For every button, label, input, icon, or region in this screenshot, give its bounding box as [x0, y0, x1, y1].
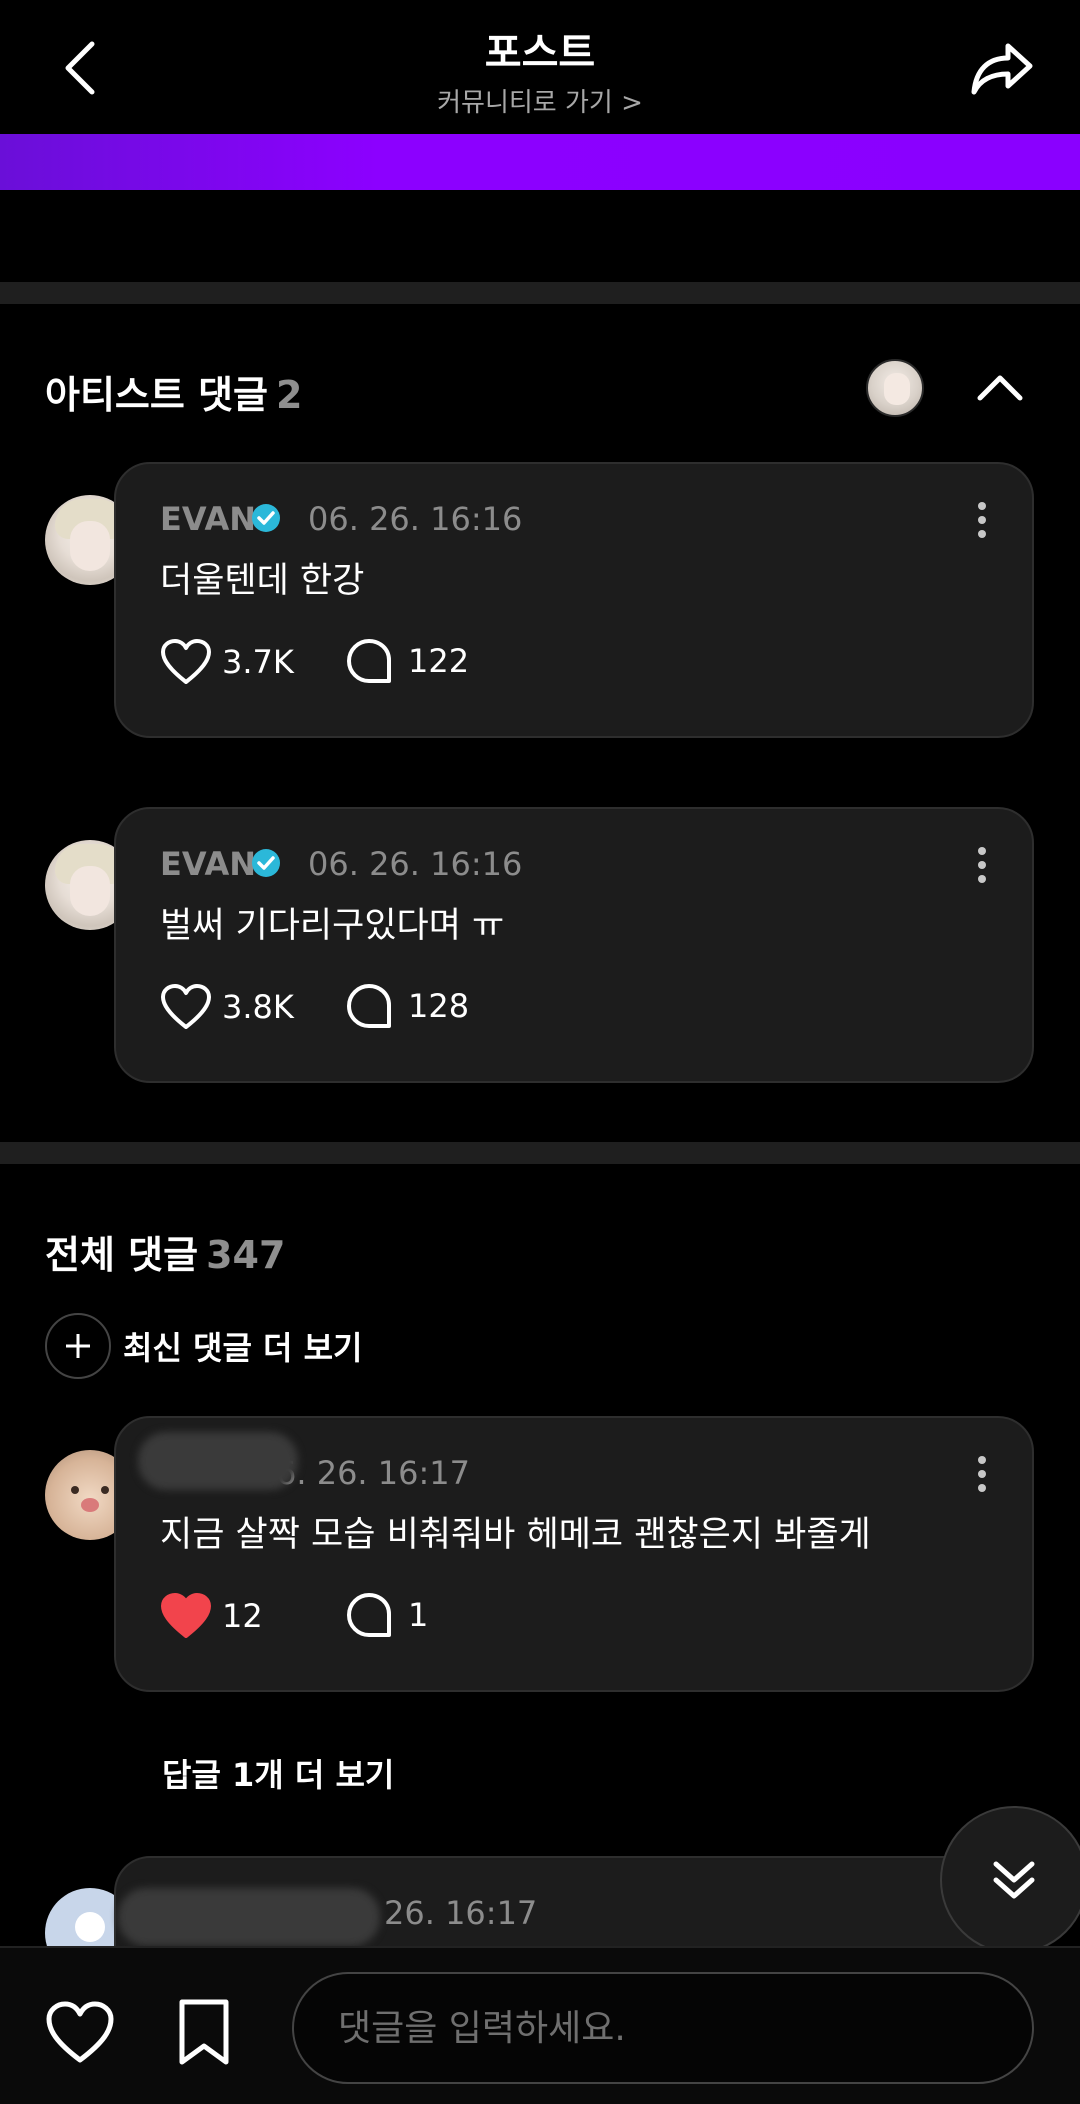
collapse-button[interactable] [972, 362, 1028, 412]
share-icon [971, 43, 1033, 95]
all-comments-count: 347 [206, 1233, 286, 1277]
section-divider [0, 1142, 1080, 1164]
verified-badge-icon [252, 504, 280, 532]
plus-icon [45, 1313, 111, 1379]
comment-text: 벌써 기다리구있다며 ㅠ [160, 906, 505, 946]
artist-comments-title: 아티스트 댓글 [45, 373, 268, 417]
community-link[interactable]: 커뮤니티로 가기 > [0, 82, 1080, 119]
more-options-icon[interactable] [972, 500, 992, 540]
comment-bubble-icon [347, 639, 391, 683]
like-count: 3.8K [222, 988, 294, 1026]
more-options-icon[interactable] [972, 1454, 992, 1494]
heart-icon [161, 639, 211, 684]
verified-badge-icon [252, 849, 280, 877]
comment-text: 지금 살짝 모습 비춰줘바 헤메코 괜찮은지 봐줄게 [160, 1515, 871, 1555]
bottom-bar [0, 1946, 1080, 2104]
reply-count: 1 [408, 1596, 429, 1634]
top-bar: 포스트 커뮤니티로 가기 > [0, 0, 1080, 134]
comment-time: 06. 26. 16:16 [308, 845, 523, 883]
artist-comments-count: 2 [276, 373, 303, 417]
more-options-icon[interactable] [972, 845, 992, 885]
comment-time: 26. 16:17 [384, 1894, 538, 1932]
scroll-to-bottom-button[interactable] [940, 1806, 1080, 1954]
artist-comment-card: EVAN 06. 26. 16:16 더울텐데 한강 3.7K 122 [114, 462, 1034, 738]
bookmark-icon[interactable] [176, 1998, 232, 2068]
reply-count: 122 [408, 642, 470, 680]
like-button[interactable]: 3.7K [160, 638, 294, 686]
section-divider [0, 282, 1080, 304]
artist-comments-header: 아티스트 댓글 2 [45, 364, 302, 419]
like-count: 12 [222, 1597, 263, 1635]
comment-author[interactable]: EVAN [160, 845, 256, 883]
page-title: 포스트 [484, 30, 596, 76]
chevron-up-icon [977, 375, 1023, 401]
purple-banner [0, 134, 1080, 190]
heart-icon[interactable] [44, 2000, 116, 2066]
artist-comment-card: EVAN 06. 26. 16:16 벌써 기다리구있다며 ㅠ 3.8K 128 [114, 807, 1034, 1083]
redacted-username [118, 1888, 380, 1946]
reply-button[interactable]: 128 [346, 983, 469, 1029]
like-button[interactable]: 3.8K [160, 983, 294, 1031]
like-button[interactable]: 12 [160, 1592, 263, 1640]
comment-author[interactable]: EVAN [160, 500, 256, 538]
reply-count: 128 [408, 987, 470, 1025]
more-replies-button[interactable]: 답글 1개 더 보기 [162, 1750, 394, 1796]
more-latest-comments-button[interactable]: 최신 댓글 더 보기 [45, 1313, 363, 1379]
double-chevron-down-icon [993, 1861, 1035, 1899]
more-latest-label: 최신 댓글 더 보기 [123, 1329, 363, 1367]
heart-filled-icon [161, 1593, 211, 1638]
comment-input[interactable] [292, 1972, 1034, 2084]
reply-button[interactable]: 1 [346, 1592, 428, 1638]
all-comments-title: 전체 댓글 [45, 1233, 199, 1277]
comment-time: 06. 26. 16:16 [308, 500, 523, 538]
heart-icon [161, 984, 211, 1029]
share-button[interactable] [964, 32, 1040, 104]
all-comments-header: 전체 댓글 347 [45, 1224, 285, 1279]
like-count: 3.7K [222, 643, 294, 681]
reply-button[interactable]: 122 [346, 638, 469, 684]
redacted-username [138, 1432, 298, 1490]
comment-text: 더울텐데 한강 [160, 561, 365, 601]
comment-time: 6. 26. 16:17 [276, 1454, 470, 1492]
comment-bubble-icon [347, 984, 391, 1028]
artist-filter-avatar[interactable] [866, 359, 924, 417]
comment-bubble-icon [347, 1593, 391, 1637]
